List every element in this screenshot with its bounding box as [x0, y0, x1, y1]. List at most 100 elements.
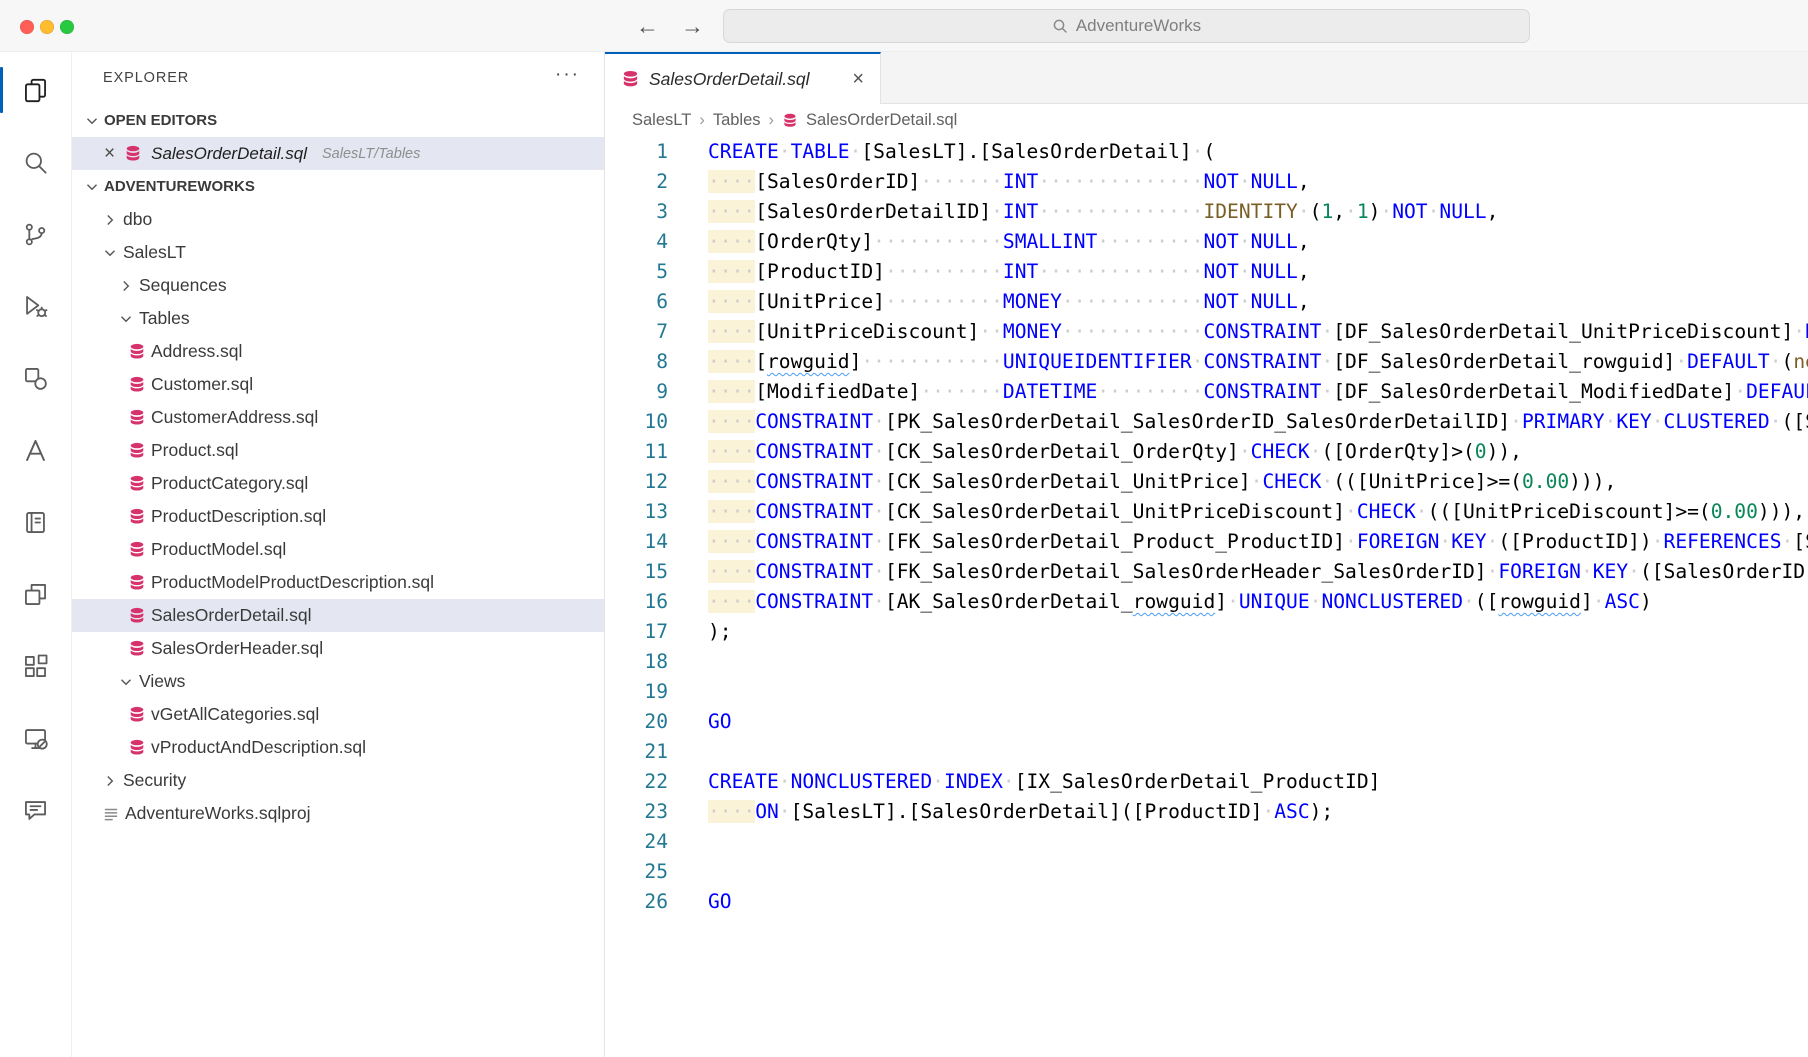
tree-item-sequences[interactable]: Sequences: [72, 269, 604, 302]
code-line-9[interactable]: 9····[ModifiedDate]·······DATETIME······…: [605, 377, 1808, 407]
line-number[interactable]: 20: [605, 707, 708, 737]
line-number[interactable]: 3: [605, 197, 708, 227]
maximize-window-button[interactable]: [60, 20, 74, 34]
line-number[interactable]: 8: [605, 347, 708, 377]
tree-item-saleslt[interactable]: SalesLT: [72, 236, 604, 269]
code-line-18[interactable]: 18: [605, 647, 1808, 677]
forward-arrow-icon[interactable]: →: [681, 13, 704, 40]
line-number[interactable]: 16: [605, 587, 708, 617]
line-number[interactable]: 2: [605, 167, 708, 197]
breadcrumb-schema[interactable]: SalesLT: [632, 111, 691, 130]
tree-item-product-sql[interactable]: Product.sql: [72, 434, 604, 467]
tree-item-dbo[interactable]: dbo: [72, 203, 604, 236]
code-line-25[interactable]: 25: [605, 857, 1808, 887]
line-number[interactable]: 10: [605, 407, 708, 437]
code-line-10[interactable]: 10····CONSTRAINT·[PK_SalesOrderDetail_Sa…: [605, 407, 1808, 437]
code-line-16[interactable]: 16····CONSTRAINT·[AK_SalesOrderDetail_ro…: [605, 587, 1808, 617]
line-number[interactable]: 7: [605, 317, 708, 347]
code-line-4[interactable]: 4····[OrderQty]···········SMALLINT······…: [605, 227, 1808, 257]
code-line-5[interactable]: 5····[ProductID]··········INT···········…: [605, 257, 1808, 287]
tree-item-security[interactable]: Security: [72, 764, 604, 797]
tree-item-address-sql[interactable]: Address.sql: [72, 335, 604, 368]
source-control-icon[interactable]: [12, 210, 60, 258]
explorer-icon[interactable]: [12, 66, 60, 114]
tree-item-salesorderheader-sql[interactable]: SalesOrderHeader.sql: [72, 632, 604, 665]
tree-item-vgetallcategories-sql[interactable]: vGetAllCategories.sql: [72, 698, 604, 731]
tree-item-productmodel-sql[interactable]: ProductModel.sql: [72, 533, 604, 566]
tree-item-tables[interactable]: Tables: [72, 302, 604, 335]
tree-item-productmodelproductdescription-sql[interactable]: ProductModelProductDescription.sql: [72, 566, 604, 599]
tree-item-vproductanddescription-sql[interactable]: vProductAndDescription.sql: [72, 731, 604, 764]
tree-item-productdescription-sql[interactable]: ProductDescription.sql: [72, 500, 604, 533]
line-number[interactable]: 18: [605, 647, 708, 677]
code-line-11[interactable]: 11····CONSTRAINT·[CK_SalesOrderDetail_Or…: [605, 437, 1808, 467]
code-line-3[interactable]: 3····[SalesOrderDetailID]·INT···········…: [605, 197, 1808, 227]
code-line-text: [708, 857, 1808, 887]
run-debug-icon[interactable]: [12, 282, 60, 330]
command-center-search[interactable]: AdventureWorks: [723, 9, 1530, 43]
line-number[interactable]: 9: [605, 377, 708, 407]
tree-item-salesorderdetail-sql[interactable]: SalesOrderDetail.sql: [72, 599, 604, 632]
close-window-button[interactable]: [20, 20, 34, 34]
code-line-24[interactable]: 24: [605, 827, 1808, 857]
code-line-17[interactable]: 17);: [605, 617, 1808, 647]
tree-item-views[interactable]: Views: [72, 665, 604, 698]
copy-pages-icon[interactable]: [12, 570, 60, 618]
line-number[interactable]: 24: [605, 827, 708, 857]
line-number[interactable]: 14: [605, 527, 708, 557]
search-view-icon[interactable]: [12, 138, 60, 186]
code-line-21[interactable]: 21: [605, 737, 1808, 767]
breadcrumb-folder[interactable]: Tables: [713, 111, 761, 130]
code-line-1[interactable]: 1CREATE·TABLE·[SalesLT].[SalesOrderDetai…: [605, 137, 1808, 167]
code-line-12[interactable]: 12····CONSTRAINT·[CK_SalesOrderDetail_Un…: [605, 467, 1808, 497]
open-editors-header[interactable]: OPEN EDITORS: [72, 104, 604, 137]
tree-item-customeraddress-sql[interactable]: CustomerAddress.sql: [72, 401, 604, 434]
close-icon[interactable]: ×: [104, 144, 115, 163]
editor-code-area[interactable]: 1CREATE·TABLE·[SalesLT].[SalesOrderDetai…: [605, 137, 1808, 1057]
line-number[interactable]: 11: [605, 437, 708, 467]
chat-icon[interactable]: [12, 786, 60, 834]
line-number[interactable]: 19: [605, 677, 708, 707]
database-connections-icon[interactable]: [12, 354, 60, 402]
back-arrow-icon[interactable]: ←: [636, 13, 659, 40]
tree-item-adventureworks-sqlproj[interactable]: AdventureWorks.sqlproj: [72, 797, 604, 830]
line-number[interactable]: 1: [605, 137, 708, 167]
project-section-header[interactable]: ADVENTUREWORKS: [72, 170, 604, 203]
tree-item-customer-sql[interactable]: Customer.sql: [72, 368, 604, 401]
line-number[interactable]: 22: [605, 767, 708, 797]
code-line-15[interactable]: 15····CONSTRAINT·[FK_SalesOrderDetail_Sa…: [605, 557, 1808, 587]
tab-salesorderdetail[interactable]: SalesOrderDetail.sql ×: [605, 52, 881, 104]
line-number[interactable]: 21: [605, 737, 708, 767]
extensions-icon[interactable]: [12, 642, 60, 690]
code-line-22[interactable]: 22CREATE·NONCLUSTERED·INDEX·[IX_SalesOrd…: [605, 767, 1808, 797]
code-line-13[interactable]: 13····CONSTRAINT·[CK_SalesOrderDetail_Un…: [605, 497, 1808, 527]
breadcrumb-file[interactable]: SalesOrderDetail.sql: [806, 111, 957, 130]
line-number[interactable]: 23: [605, 797, 708, 827]
line-number[interactable]: 4: [605, 227, 708, 257]
code-line-7[interactable]: 7····[UnitPriceDiscount]··MONEY·········…: [605, 317, 1808, 347]
notebook-icon[interactable]: [12, 498, 60, 546]
remote-device-icon[interactable]: [12, 714, 60, 762]
code-line-8[interactable]: 8····[rowguid]············UNIQUEIDENTIFI…: [605, 347, 1808, 377]
code-line-14[interactable]: 14····CONSTRAINT·[FK_SalesOrderDetail_Pr…: [605, 527, 1808, 557]
line-number[interactable]: 17: [605, 617, 708, 647]
code-line-26[interactable]: 26GO: [605, 887, 1808, 917]
line-number[interactable]: 26: [605, 887, 708, 917]
code-line-23[interactable]: 23····ON·[SalesLT].[SalesOrderDetail]([P…: [605, 797, 1808, 827]
line-number[interactable]: 5: [605, 257, 708, 287]
code-line-19[interactable]: 19: [605, 677, 1808, 707]
line-number[interactable]: 25: [605, 857, 708, 887]
tree-item-productcategory-sql[interactable]: ProductCategory.sql: [72, 467, 604, 500]
code-line-6[interactable]: 6····[UnitPrice]··········MONEY·········…: [605, 287, 1808, 317]
line-number[interactable]: 12: [605, 467, 708, 497]
code-line-2[interactable]: 2····[SalesOrderID]·······INT···········…: [605, 167, 1808, 197]
more-actions-icon[interactable]: ···: [555, 64, 580, 86]
open-editor-item[interactable]: × SalesOrderDetail.sql SalesLT/Tables: [72, 137, 604, 170]
close-icon[interactable]: ×: [852, 69, 864, 89]
code-line-20[interactable]: 20GO: [605, 707, 1808, 737]
line-number[interactable]: 13: [605, 497, 708, 527]
azure-icon[interactable]: [12, 426, 60, 474]
line-number[interactable]: 15: [605, 557, 708, 587]
line-number[interactable]: 6: [605, 287, 708, 317]
minimize-window-button[interactable]: [40, 20, 54, 34]
